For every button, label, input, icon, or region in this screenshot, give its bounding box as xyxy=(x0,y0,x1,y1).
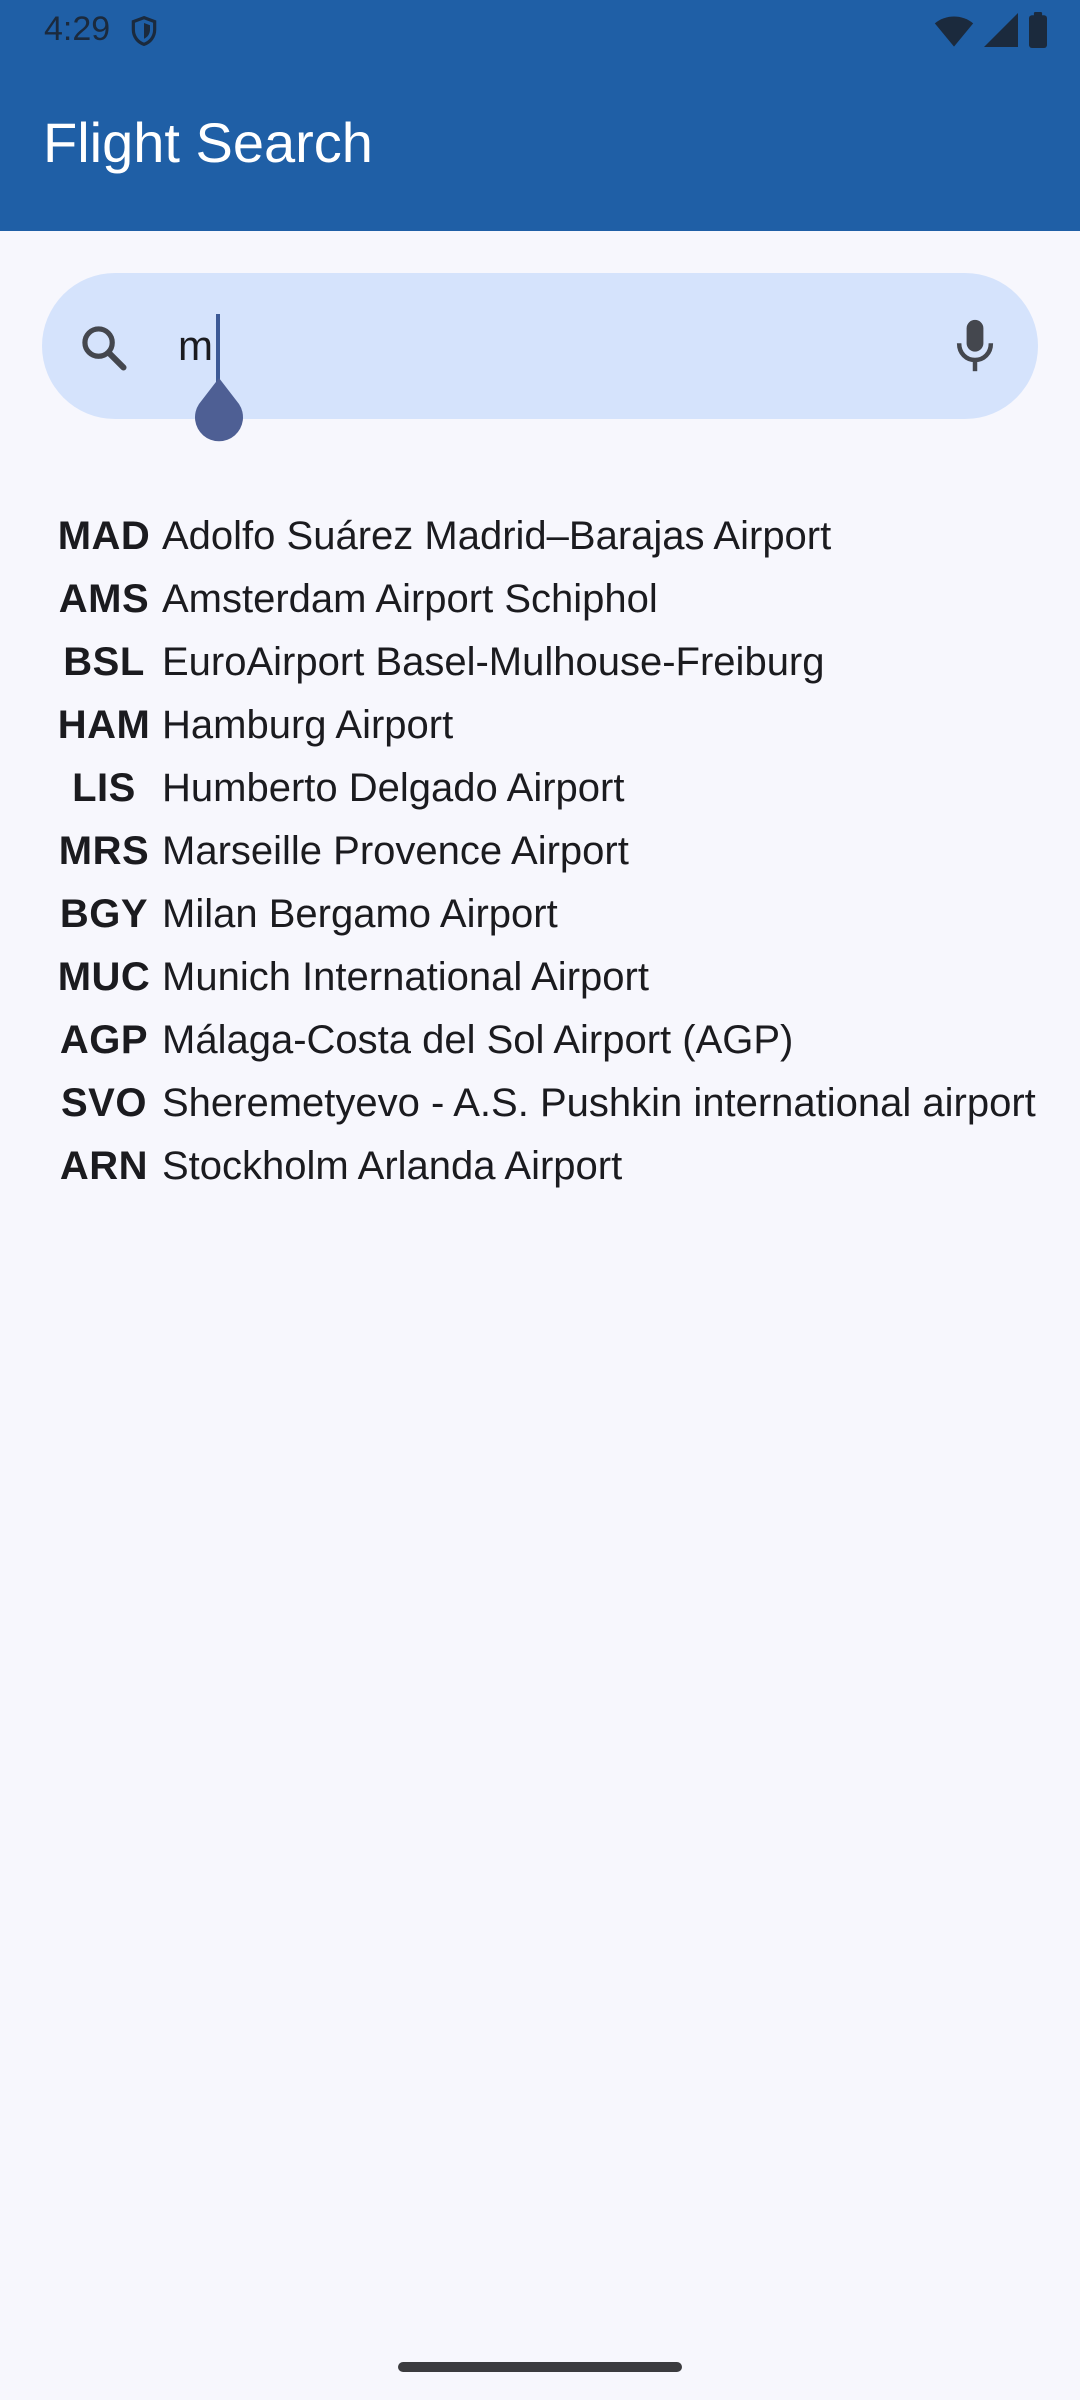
cursor-handle-icon[interactable] xyxy=(191,378,247,442)
airport-code: AMS xyxy=(58,577,150,621)
airport-name: Milan Bergamo Airport xyxy=(162,892,558,936)
app-title: Flight Search xyxy=(43,111,373,174)
airport-result[interactable]: MUC Munich International Airport xyxy=(0,946,1080,1009)
status-bar: 4:29 xyxy=(0,0,1080,60)
wifi-icon xyxy=(934,16,974,47)
app-bar: Flight Search xyxy=(0,60,1080,231)
airport-result[interactable]: BGY Milan Bergamo Airport xyxy=(0,883,1080,946)
airport-name: Munich International Airport xyxy=(162,955,649,999)
shield-icon xyxy=(131,15,157,47)
airport-code: MAD xyxy=(57,514,151,558)
airport-code: AGP xyxy=(59,1018,149,1062)
status-icons xyxy=(934,12,1048,48)
airport-result[interactable]: LIS Humberto Delgado Airport xyxy=(0,757,1080,820)
airport-result[interactable]: AGP Málaga-Costa del Sol Airport (AGP) xyxy=(0,1009,1080,1072)
airport-name: Stockholm Arlanda Airport xyxy=(162,1144,623,1188)
airport-code: MRS xyxy=(58,829,150,873)
airport-name: EuroAirport Basel-Mulhouse-Freiburg xyxy=(162,640,825,684)
airport-name: Sheremetyevo - A.S. Pushkin internationa… xyxy=(162,1081,1036,1125)
airport-name: Marseille Provence Airport xyxy=(162,829,629,873)
airport-result[interactable]: AMS Amsterdam Airport Schiphol xyxy=(0,568,1080,631)
airport-code: BSL xyxy=(63,640,145,684)
airport-results-list: MAD Adolfo Suárez Madrid–Barajas Airport… xyxy=(0,505,1080,1198)
airport-code: LIS xyxy=(72,766,136,810)
airport-code: HAM xyxy=(57,703,151,747)
airport-name: Humberto Delgado Airport xyxy=(162,766,625,810)
airport-result[interactable]: BSL EuroAirport Basel-Mulhouse-Freiburg xyxy=(0,631,1080,694)
battery-icon xyxy=(1029,12,1047,48)
text-cursor xyxy=(216,314,220,382)
airport-result[interactable]: HAM Hamburg Airport xyxy=(0,694,1080,757)
airport-code: BGY xyxy=(59,892,149,936)
airport-name: Hamburg Airport xyxy=(162,703,454,747)
signal-icon xyxy=(984,13,1018,47)
airport-result[interactable]: SVO Sheremetyevo - A.S. Pushkin internat… xyxy=(0,1072,1080,1135)
airport-result[interactable]: MAD Adolfo Suárez Madrid–Barajas Airport xyxy=(0,505,1080,568)
search-input[interactable] xyxy=(178,318,898,374)
search-icon[interactable] xyxy=(78,322,130,374)
mic-icon[interactable] xyxy=(952,318,998,374)
gesture-nav-handle[interactable] xyxy=(398,2362,682,2372)
airport-result[interactable]: ARN Stockholm Arlanda Airport xyxy=(0,1135,1080,1198)
airport-name: Málaga-Costa del Sol Airport (AGP) xyxy=(162,1018,794,1062)
airport-code: MUC xyxy=(57,955,151,999)
airport-name: Adolfo Suárez Madrid–Barajas Airport xyxy=(162,514,832,558)
airport-name: Amsterdam Airport Schiphol xyxy=(162,577,658,621)
airport-result[interactable]: MRS Marseille Provence Airport xyxy=(0,820,1080,883)
status-time: 4:29 xyxy=(44,10,111,48)
airport-code: SVO xyxy=(61,1081,147,1125)
airport-code: ARN xyxy=(59,1144,149,1188)
